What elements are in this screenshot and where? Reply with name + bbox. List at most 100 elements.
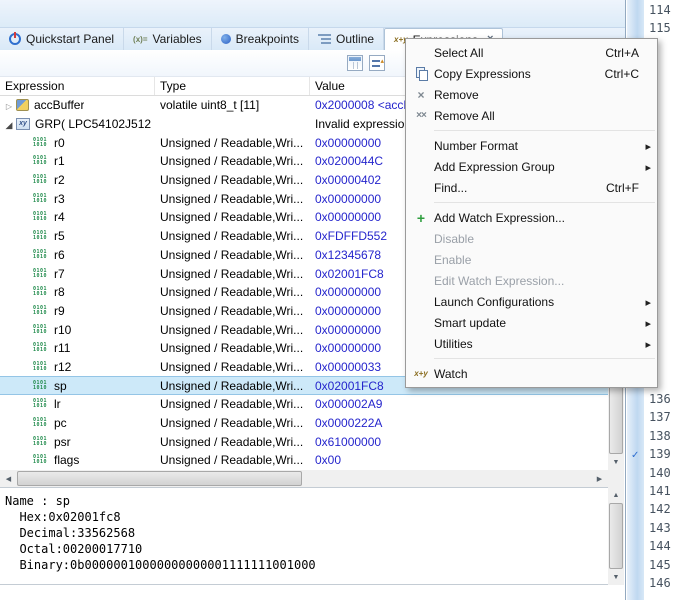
register-icon: [33, 174, 48, 186]
menu-item-copy-expressions[interactable]: Copy Expressions Ctrl+C: [406, 63, 657, 84]
detail-line: Hex:0x02001fc8: [5, 510, 121, 524]
expression-label: r8: [54, 285, 65, 300]
type-cell: Unsigned / Readable,Wri...: [160, 191, 304, 206]
variable-icon: [16, 99, 29, 112]
detail-scrollbar-thumb[interactable]: [609, 503, 623, 569]
register-icon: [33, 436, 48, 448]
value-cell: 0x000002A9: [315, 397, 383, 412]
menu-separator: [434, 358, 655, 359]
expression-label: r1: [54, 154, 65, 169]
line-number: 115: [649, 20, 671, 35]
line-number: 138: [649, 428, 671, 443]
show-columns-icon[interactable]: [347, 55, 363, 71]
type-cell: [155, 115, 310, 134]
tab-variables[interactable]: (x)= Variables: [124, 28, 212, 50]
breakpoints-icon: [220, 34, 231, 44]
submenu-arrow-icon: [645, 160, 651, 174]
tab-outline[interactable]: Outline: [309, 28, 385, 50]
menu-item-launch-configurations[interactable]: Launch Configurations: [406, 291, 657, 312]
menu-item-remove-all[interactable]: ×× Remove All: [406, 105, 657, 126]
tab-quickstart-panel[interactable]: Quickstart Panel: [0, 28, 125, 50]
table-row-psr[interactable]: psr Unsigned / Readable,Wri... 0x6100000…: [0, 432, 608, 451]
type-cell: Unsigned / Readable,Wri...: [160, 453, 304, 468]
table-row-pc[interactable]: pc Unsigned / Readable,Wri... 0x0000222A: [0, 414, 608, 433]
type-cell: Unsigned / Readable,Wri...: [160, 303, 304, 318]
line-numbers-bottom: 136 137 138 139 140 141 142 143 144 145 …: [649, 390, 671, 592]
menu-item-number-format[interactable]: Number Format: [406, 135, 657, 156]
expression-group-icon: xy: [16, 118, 30, 131]
horizontal-scrollbar-thumb[interactable]: [17, 471, 302, 486]
type-cell: Unsigned / Readable,Wri...: [160, 229, 304, 244]
value-cell: 0x00: [315, 453, 342, 468]
menu-item-watch[interactable]: x+y Watch: [406, 363, 657, 384]
add-icon: +: [416, 209, 426, 226]
line-number: 136: [649, 392, 671, 406]
type-cell: Unsigned / Readable,Wri...: [160, 378, 304, 393]
register-icon: [33, 417, 48, 429]
line-number: 141: [649, 484, 671, 499]
expander-collapsed-icon[interactable]: [2, 98, 16, 112]
quickstart-icon: [9, 32, 21, 45]
expression-label: lr: [54, 397, 61, 412]
register-icon: [33, 380, 48, 392]
menu-item-find[interactable]: Find... Ctrl+F: [406, 177, 657, 198]
line-number: 143: [649, 520, 671, 535]
type-cell: Unsigned / Readable,Wri...: [160, 322, 304, 337]
column-header-expression[interactable]: Expression: [0, 77, 155, 95]
scroll-up-icon[interactable]: ▲: [608, 487, 624, 503]
register-icon: [33, 155, 48, 167]
expression-label: r4: [54, 210, 65, 225]
detail-pane[interactable]: Name : sp Hex:0x02001fc8 Decimal:3356256…: [0, 487, 608, 585]
type-cell: Unsigned / Readable,Wri...: [160, 416, 304, 431]
register-icon: [33, 137, 48, 149]
menu-item-smart-update[interactable]: Smart update: [406, 312, 657, 333]
collapse-all-icon[interactable]: [369, 55, 385, 71]
detail-line: Name : sp: [5, 494, 71, 508]
submenu-arrow-icon: [645, 337, 651, 351]
detail-line: Decimal:33562568: [5, 526, 136, 540]
remove-icon: ×: [417, 87, 425, 102]
column-header-type[interactable]: Type: [155, 77, 310, 95]
submenu-arrow-icon: [645, 295, 651, 309]
menu-item-select-all[interactable]: Select All Ctrl+A: [406, 42, 657, 63]
expression-label: r3: [54, 191, 65, 206]
type-cell: Unsigned / Readable,Wri...: [160, 266, 304, 281]
horizontal-scrollbar: ◀ ▶: [0, 470, 608, 487]
expression-label: psr: [54, 434, 71, 449]
menu-item-add-expression-group[interactable]: Add Expression Group: [406, 156, 657, 177]
type-cell: Unsigned / Readable,Wri...: [160, 173, 304, 188]
expression-label: r9: [54, 303, 65, 318]
line-number: 137: [649, 410, 671, 425]
table-row-lr[interactable]: lr Unsigned / Readable,Wri... 0x000002A9: [0, 395, 608, 414]
type-cell: Unsigned / Readable,Wri...: [160, 285, 304, 300]
copy-icon: [415, 67, 428, 81]
register-icon: [33, 305, 48, 317]
type-cell: volatile uint8_t [11]: [160, 98, 260, 113]
expander-expanded-icon[interactable]: [2, 117, 16, 131]
register-icon: [33, 193, 48, 205]
register-icon: [33, 249, 48, 261]
upper-view-strip: [0, 0, 625, 28]
scroll-left-icon[interactable]: ◀: [0, 470, 17, 487]
line-number: 139: [649, 447, 671, 462]
expression-label: pc: [54, 416, 67, 431]
register-icon: [33, 286, 48, 298]
scroll-right-icon[interactable]: ▶: [591, 470, 608, 487]
scroll-down-icon[interactable]: ▼: [608, 454, 624, 470]
tab-breakpoints[interactable]: Breakpoints: [212, 28, 310, 50]
tab-label: Breakpoints: [235, 32, 300, 46]
expression-label: r7: [54, 266, 65, 281]
expression-label: r5: [54, 229, 65, 244]
register-icon: [33, 342, 48, 354]
menu-item-add-watch-expression[interactable]: + Add Watch Expression...: [406, 207, 657, 228]
register-icon: [33, 361, 48, 373]
scroll-down-icon[interactable]: ▼: [608, 569, 624, 585]
menu-item-utilities[interactable]: Utilities: [406, 333, 657, 354]
line-numbers-top: 114 115: [649, 2, 671, 38]
menu-item-remove[interactable]: × Remove: [406, 84, 657, 105]
expression-label: r0: [54, 135, 65, 150]
line-number: 140: [649, 465, 671, 480]
expression-label: r10: [54, 322, 72, 337]
table-row-flags[interactable]: flags Unsigned / Readable,Wri... 0x00: [0, 451, 608, 470]
expression-label: accBuffer: [34, 98, 85, 113]
